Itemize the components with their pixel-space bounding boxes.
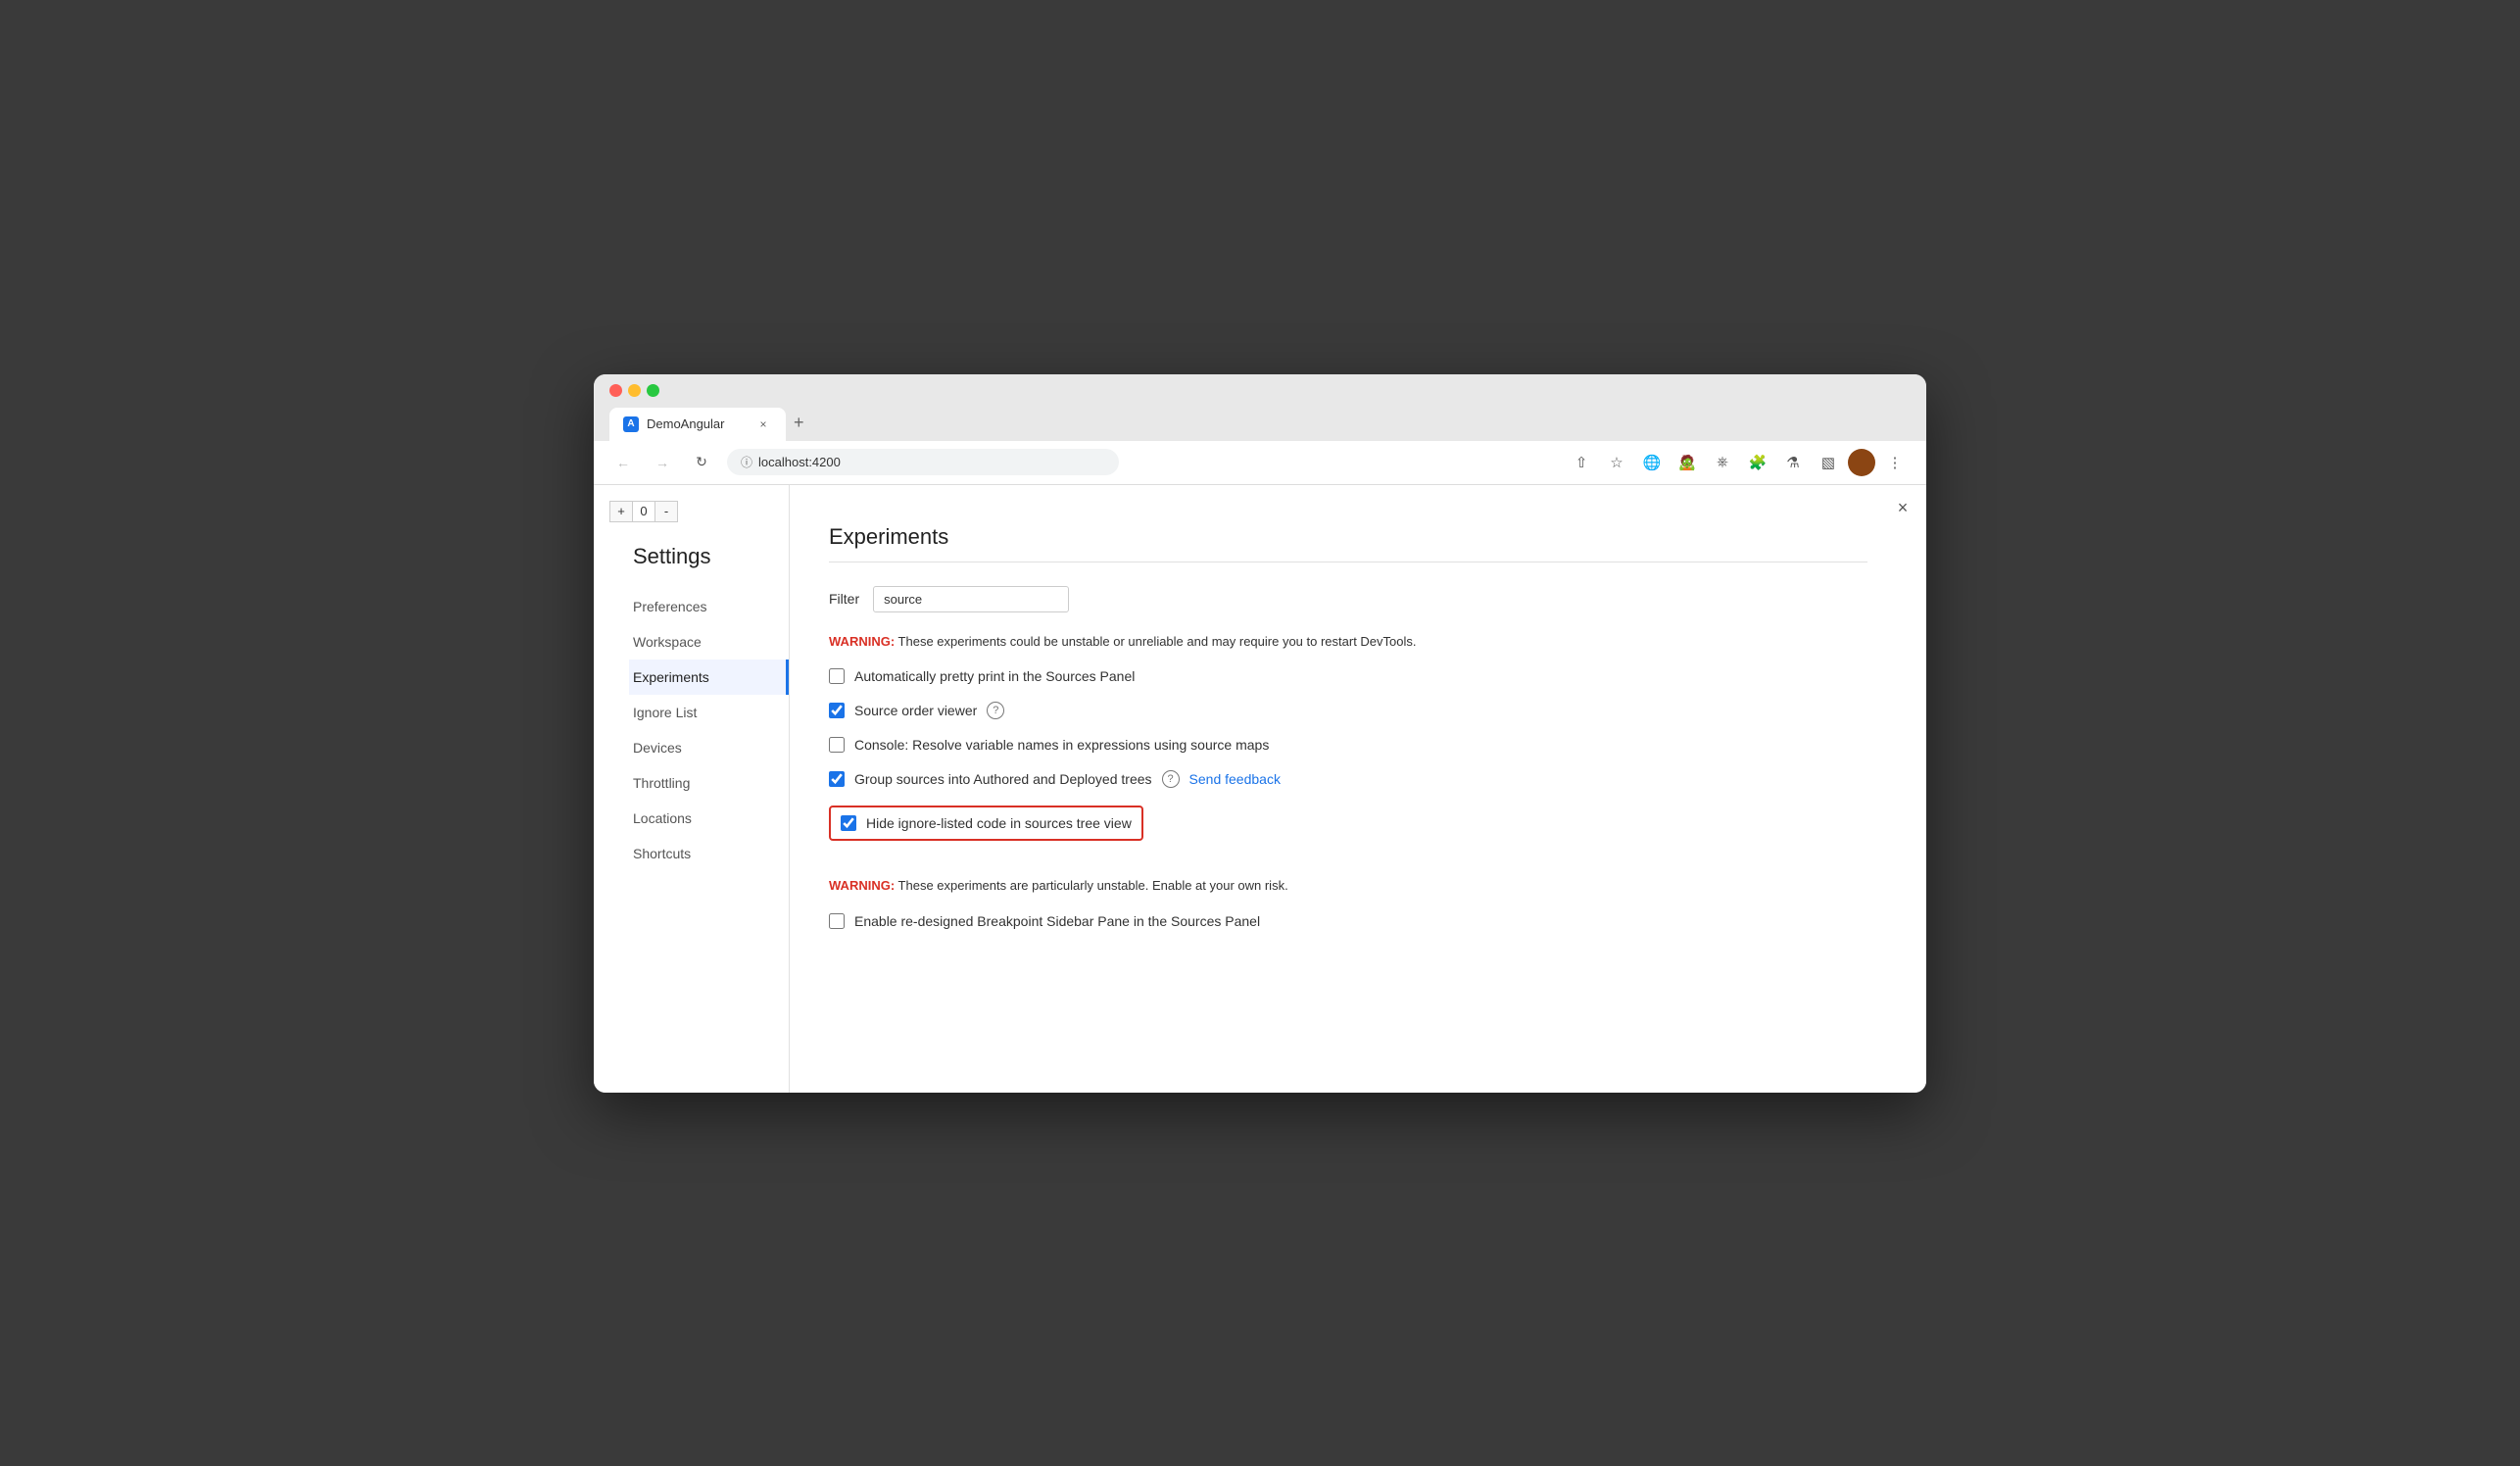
label-resolve-variable-names: Console: Resolve variable names in expre… [854,737,1269,753]
toolbar-right: ⇧ ☆ 🌐 🧟 ⎈ 🧩 ⚗ ▧ ⋮ [1566,447,1911,478]
send-feedback-link[interactable]: Send feedback [1189,771,1281,787]
new-tab-button[interactable]: + [786,405,812,441]
avatar[interactable] [1848,449,1875,476]
extensions-button[interactable]: 🧟 [1672,447,1703,478]
label-group-sources: Group sources into Authored and Deployed… [854,771,1152,787]
experiment-auto-pretty-print: Automatically pretty print in the Source… [829,668,1867,684]
filter-input[interactable] [873,586,1069,612]
sidebar-item-preferences[interactable]: Preferences [633,589,789,624]
experiment-hide-ignore-listed: Hide ignore-listed code in sources tree … [829,806,1143,841]
warning-2-text: These experiments are particularly unsta… [895,878,1288,893]
tab-favicon: A [623,416,639,432]
close-traffic-light[interactable] [609,384,622,397]
warning-2: WARNING: These experiments are particula… [829,876,1867,896]
warning-2-label: WARNING: [829,878,895,893]
counter-value: 0 [633,501,654,522]
sidebar-button[interactable]: ▧ [1813,447,1844,478]
tabs-row: A DemoAngular × + [609,405,1911,441]
reload-button[interactable]: ↻ [688,449,715,476]
sidebar-item-throttling[interactable]: Throttling [633,765,789,801]
experiment-source-order-viewer: Source order viewer ? [829,702,1867,719]
forward-button[interactable]: → [649,449,676,476]
checkbox-group-sources[interactable] [829,771,845,787]
experiment-hide-ignore-listed-wrapper: Hide ignore-listed code in sources tree … [829,806,1867,858]
filter-label: Filter [829,591,859,607]
active-tab[interactable]: A DemoAngular × [609,408,786,441]
label-redesigned-breakpoint: Enable re-designed Breakpoint Sidebar Pa… [854,913,1260,929]
minimize-traffic-light[interactable] [628,384,641,397]
counter-minus[interactable]: - [654,501,678,522]
devtools-ext-button[interactable]: ⎈ [1707,447,1738,478]
checkbox-hide-ignore-listed[interactable] [841,815,856,831]
label-hide-ignore-listed: Hide ignore-listed code in sources tree … [866,815,1132,831]
bookmark-button[interactable]: ☆ [1601,447,1632,478]
warning-1-label: WARNING: [829,634,895,649]
menu-button[interactable]: ⋮ [1879,447,1911,478]
sidebar-item-experiments[interactable]: Experiments [629,660,789,695]
flask-button[interactable]: ⚗ [1777,447,1809,478]
filter-row: Filter [829,586,1867,612]
url-text: localhost:4200 [758,455,841,469]
earth-button[interactable]: 🌐 [1636,447,1668,478]
title-bar-top [609,384,1911,397]
address-bar: ← → ↻ ⓘ localhost:4200 ⇧ ☆ 🌐 🧟 ⎈ 🧩 ⚗ ▧ ⋮ [594,441,1926,485]
sidebar-nav: Preferences Workspace Experiments Ignore… [633,589,789,871]
sidebar-item-shortcuts[interactable]: Shortcuts [633,836,789,871]
maximize-traffic-light[interactable] [647,384,659,397]
sidebar-item-locations[interactable]: Locations [633,801,789,836]
share-button[interactable]: ⇧ [1566,447,1597,478]
back-button[interactable]: ← [609,449,637,476]
settings-title: Settings [633,544,789,569]
title-bar: A DemoAngular × + [594,374,1926,441]
sidebar-item-ignore-list[interactable]: Ignore List [633,695,789,730]
label-source-order-viewer: Source order viewer [854,703,977,718]
help-icon-source-order[interactable]: ? [987,702,1004,719]
label-auto-pretty-print: Automatically pretty print in the Source… [854,668,1135,684]
checkbox-resolve-variable-names[interactable] [829,737,845,753]
experiment-redesigned-breakpoint: Enable re-designed Breakpoint Sidebar Pa… [829,913,1867,929]
checkbox-auto-pretty-print[interactable] [829,668,845,684]
warning-1-text: These experiments could be unstable or u… [895,634,1416,649]
counter-plus[interactable]: + [609,501,633,522]
sidebar-item-workspace[interactable]: Workspace [633,624,789,660]
checkbox-source-order-viewer[interactable] [829,703,845,718]
panel-close-button[interactable]: × [1891,497,1914,520]
settings-main: Experiments Filter WARNING: These experi… [790,485,1926,1093]
settings-sidebar: Settings Preferences Workspace Experimen… [594,485,790,1093]
checkbox-redesigned-breakpoint[interactable] [829,913,845,929]
tab-close-button[interactable]: × [754,415,772,433]
experiment-resolve-variable-names: Console: Resolve variable names in expre… [829,737,1867,753]
traffic-lights [609,384,659,397]
experiments-title: Experiments [829,524,1867,550]
secure-icon: ⓘ [741,454,752,470]
sidebar-item-devices[interactable]: Devices [633,730,789,765]
browser-window: A DemoAngular × + ← → ↻ ⓘ localhost:4200… [594,374,1926,1093]
warning-1: WARNING: These experiments could be unst… [829,632,1867,652]
url-bar[interactable]: ⓘ localhost:4200 [727,449,1119,475]
help-icon-group-sources[interactable]: ? [1162,770,1180,788]
experiment-group-sources: Group sources into Authored and Deployed… [829,770,1867,788]
tab-title: DemoAngular [647,416,725,431]
puzzle-button[interactable]: 🧩 [1742,447,1773,478]
page-content: + 0 - × Settings Preferences Workspace E… [594,485,1926,1093]
devtools-counter: + 0 - [609,501,678,522]
